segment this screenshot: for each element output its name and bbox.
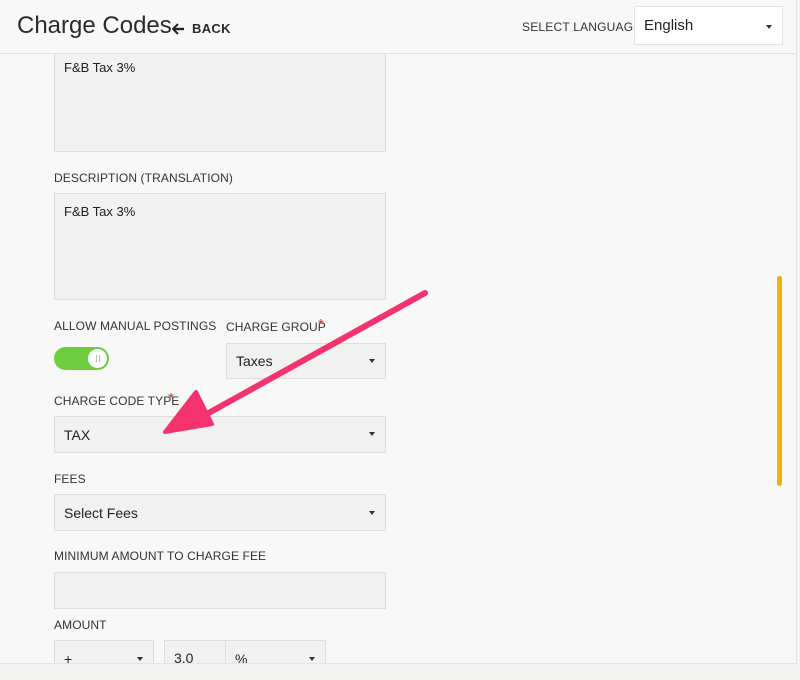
caret-down-icon	[137, 657, 143, 661]
language-value: English	[644, 17, 694, 34]
description-translation-label: DESCRIPTION (TRANSLATION)	[54, 171, 233, 185]
required-marker: *	[168, 390, 174, 407]
fees-label: FEES	[54, 472, 86, 486]
description-translation-textarea[interactable]: F&B Tax 3%	[54, 193, 386, 300]
select-language-label: SELECT LANGUAGE	[522, 20, 642, 34]
description-value: F&B Tax 3%	[64, 60, 136, 75]
amount-sign-select[interactable]: +	[54, 640, 154, 664]
scrollbar-thumb[interactable]	[777, 276, 782, 486]
required-marker: *	[318, 316, 324, 333]
app-window: Charge Codes BACK SELECT LANGUAGE Englis…	[0, 0, 797, 664]
amount-value: 3.0	[174, 650, 194, 664]
allow-manual-postings-label: ALLOW MANUAL POSTINGS	[54, 319, 217, 333]
caret-down-icon	[369, 432, 375, 436]
amount-sign-value: +	[64, 650, 73, 664]
charge-group-value: Taxes	[236, 353, 273, 369]
amount-unit-select[interactable]: %	[226, 640, 326, 664]
description-translation-value: F&B Tax 3%	[64, 204, 136, 219]
caret-down-icon	[369, 359, 375, 363]
amount-value-input[interactable]: 3.0	[164, 640, 226, 664]
charge-group-label: CHARGE GROUP	[226, 320, 326, 334]
grip-icon	[96, 355, 100, 362]
caret-down-icon	[369, 511, 375, 515]
amount-label: AMOUNT	[54, 618, 107, 632]
caret-down-icon	[766, 25, 772, 29]
charge-code-type-select[interactable]: TAX	[54, 416, 386, 453]
minimum-amount-label: MINIMUM AMOUNT TO CHARGE FEE	[54, 549, 267, 563]
back-label: BACK	[192, 20, 231, 36]
arrow-left-icon	[171, 22, 186, 35]
toggle-knob	[88, 349, 107, 368]
page-title: Charge Codes	[17, 12, 172, 39]
charge-code-type-value: TAX	[64, 426, 91, 443]
charge-code-type-label: CHARGE CODE TYPE	[54, 394, 180, 408]
language-select[interactable]: English	[634, 6, 783, 45]
amount-unit-value: %	[235, 650, 248, 664]
header-bar: Charge Codes BACK SELECT LANGUAGE Englis…	[0, 0, 796, 54]
back-button[interactable]: BACK	[171, 18, 231, 38]
caret-down-icon	[309, 657, 315, 661]
minimum-amount-input[interactable]	[54, 572, 386, 609]
description-textarea[interactable]: F&B Tax 3%	[54, 54, 386, 152]
fees-select[interactable]: Select Fees	[54, 494, 386, 531]
allow-manual-postings-toggle[interactable]	[54, 347, 109, 370]
fees-value: Select Fees	[64, 504, 138, 521]
charge-group-select[interactable]: Taxes	[226, 343, 386, 379]
